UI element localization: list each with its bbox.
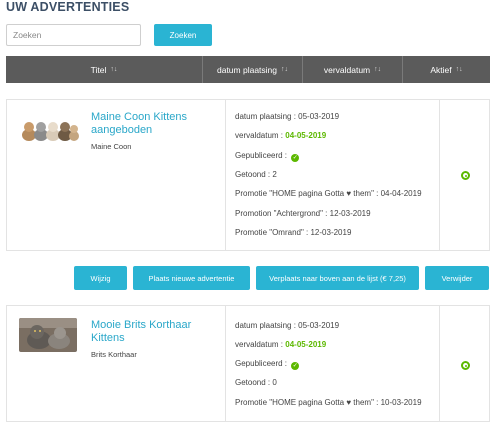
column-header-active[interactable]: Aktief ↑↓ — [403, 56, 490, 83]
promotion-item: Promotie "HOME pagina Gotta ♥ them" : 04… — [235, 189, 422, 198]
sort-icon[interactable]: ↑↓ — [374, 66, 381, 73]
promotion-item: Promotion "Achtergrond" : 12-03-2019 — [235, 209, 371, 218]
published-status: Gepubliceerd : ✓ — [235, 359, 300, 370]
expiry-date: vervaldatum : 04-05-2019 — [235, 340, 326, 349]
expiry-label: vervaldatum : — [235, 131, 286, 140]
column-divider — [225, 306, 226, 421]
column-header-date-placed[interactable]: datum plaatsing ↑↓ — [203, 56, 303, 83]
promotion-item: Promotie "Omrand" : 12-03-2019 — [235, 228, 352, 237]
expiry-value: 04-05-2019 — [285, 340, 327, 349]
column-header-label: datum plaatsing — [216, 64, 277, 75]
expiry-label: vervaldatum : — [235, 340, 286, 349]
column-header-label: Titel — [90, 64, 107, 75]
published-label: Gepubliceerd : — [235, 359, 288, 368]
page-title: UW ADVERTENTIES — [6, 0, 130, 14]
column-header-title[interactable]: Titel ↑↓ — [6, 56, 203, 83]
check-icon: ✓ — [291, 154, 300, 162]
date-placed: datum plaatsing : 05-03-2019 — [235, 112, 340, 121]
search-button[interactable]: Zoeken — [154, 24, 212, 46]
listing-row: Mooie Brits Korthaar Kittens Brits Korth… — [6, 305, 490, 422]
listing-breed: Maine Coon — [91, 142, 132, 151]
listing-title-link[interactable]: Mooie Brits Korthaar Kittens — [91, 319, 216, 345]
listing-title-link[interactable]: Maine Coon Kittens aangeboden — [91, 111, 216, 137]
listing-row: Maine Coon Kittens aangeboden Maine Coon… — [6, 99, 490, 251]
check-icon: ✓ — [291, 362, 300, 370]
promotion-item: Promotie "HOME pagina Gotta ♥ them" : 10… — [235, 398, 422, 407]
views-count: Getoond : 2 — [235, 170, 277, 179]
published-label: Gepubliceerd : — [235, 151, 288, 160]
sort-icon[interactable]: ↑↓ — [456, 66, 463, 73]
search-input[interactable] — [6, 24, 141, 46]
column-header-label: vervaldatum — [323, 64, 371, 75]
views-count: Getoond : 0 — [235, 378, 277, 387]
expiry-date: vervaldatum : 04-05-2019 — [235, 131, 326, 140]
expiry-value: 04-05-2019 — [285, 131, 327, 140]
sort-icon[interactable]: ↑↓ — [110, 66, 117, 73]
active-status-icon[interactable] — [461, 361, 470, 370]
listing-thumbnail[interactable] — [19, 116, 79, 144]
new-listing-button[interactable]: Plaats nieuwe advertentie — [133, 266, 250, 290]
listing-breed: Brits Korthaar — [91, 350, 137, 359]
active-status-icon[interactable] — [461, 171, 470, 180]
edit-button[interactable]: Wijzig — [74, 266, 127, 290]
column-divider — [439, 100, 440, 250]
table-header: Titel ↑↓ datum plaatsing ↑↓ vervaldatum … — [6, 56, 490, 83]
column-header-label: Aktief — [430, 64, 452, 75]
sort-icon[interactable]: ↑↓ — [281, 66, 288, 73]
column-divider — [225, 100, 226, 250]
column-header-expiry[interactable]: vervaldatum ↑↓ — [303, 56, 403, 83]
published-status: Gepubliceerd : ✓ — [235, 151, 300, 162]
column-divider — [439, 306, 440, 421]
listing-thumbnail[interactable] — [19, 318, 77, 352]
delete-button[interactable]: Verwijder — [425, 266, 489, 290]
move-to-top-button[interactable]: Verplaats naar boven aan de lijst (€ 7,2… — [256, 266, 419, 290]
date-placed: datum plaatsing : 05-03-2019 — [235, 321, 340, 330]
